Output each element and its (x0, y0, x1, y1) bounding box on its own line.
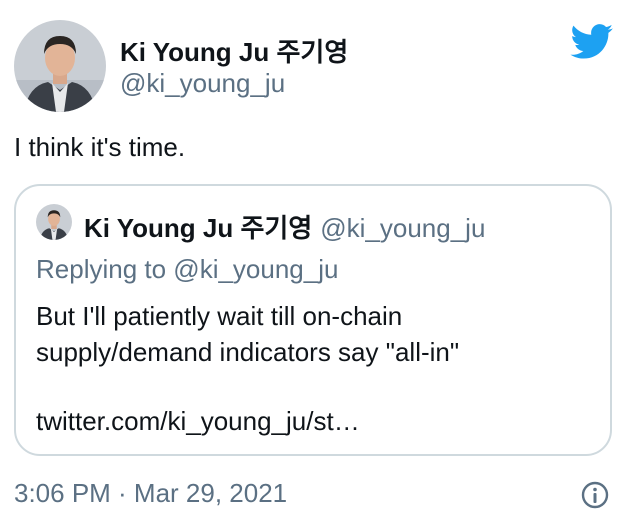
author-avatar[interactable] (14, 20, 106, 112)
quoted-author-handle[interactable]: @ki_young_ju (320, 213, 485, 243)
quoted-tweet-card[interactable]: Ki Young Ju 주기영 @ki_young_ju Replying to … (14, 184, 612, 456)
info-icon[interactable] (580, 480, 610, 510)
replying-to-label: Replying to @ki_young_ju (36, 254, 339, 284)
author-handle[interactable]: @ki_young_ju (120, 68, 285, 99)
quoted-tweet-link[interactable]: twitter.com/ki_young_ju/st… (36, 406, 360, 437)
author-name[interactable]: Ki Young Ju 주기영 (120, 32, 348, 69)
tweet-text: I think it's time. (14, 132, 186, 162)
embedded-tweet: Ki Young Ju 주기영 @ki_young_ju I think it'… (0, 0, 628, 520)
quoted-tweet-text: But I'll patiently wait till on-chain su… (36, 298, 459, 370)
quoted-author-line: Ki Young Ju 주기영 @ki_young_ju (84, 208, 485, 245)
twitter-bird-icon[interactable] (570, 24, 614, 60)
quoted-author-avatar[interactable] (36, 204, 72, 240)
tweet-timestamp[interactable]: 3:06 PM · Mar 29, 2021 (14, 478, 287, 509)
quoted-author-name[interactable]: Ki Young Ju 주기영 (84, 213, 312, 243)
quoted-tweet-line-2: supply/demand indicators say "all-in" (36, 337, 460, 367)
quoted-tweet-line-1: But I'll patiently wait till on-chain (36, 301, 403, 331)
